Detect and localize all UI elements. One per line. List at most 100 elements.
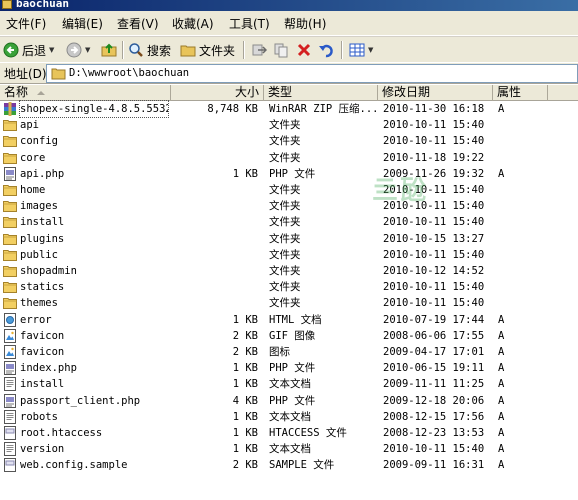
file-size: 2 KB [232,459,258,472]
window-title: baochuan [16,0,69,10]
file-row[interactable]: favicon 2 KB 图标 2009-04-17 17:01 A [0,344,578,360]
up-folder-button[interactable] [101,40,117,60]
file-name: core [20,151,46,164]
file-row[interactable]: favicon 2 KB GIF 图像 2008-06-06 17:55 A [0,328,578,344]
back-label: 后退 [22,43,47,58]
file-row[interactable]: passport_client.php 4 KB PHP 文件 2009-12-18 … [0,393,578,409]
menu-view[interactable]: 查看(V) [117,16,159,32]
file-name: version [20,443,65,456]
file-size: 2 KB [232,329,258,342]
menu-edit[interactable]: 编辑(E) [62,16,103,32]
column-header-date[interactable]: 修改日期 [378,85,493,101]
generic-file-icon [3,458,17,473]
file-type: 文件夹 [269,216,301,229]
chevron-down-icon[interactable]: ▼ [368,46,373,54]
file-attr: A [498,459,505,472]
file-date: 2009-09-11 16:31 [383,459,485,472]
file-row[interactable]: plugins 文件夹 2010-10-15 13:27 [0,231,578,247]
title-bar[interactable]: baochuan [0,0,578,11]
file-type: WinRAR ZIP 压缩... [269,103,377,115]
back-button[interactable]: 后退 ▼ [3,40,54,60]
file-date: 2010-10-11 15:40 [383,248,485,261]
file-row[interactable]: shopex-single-4.8.5.55324 8,748 KB WinRAR … [0,100,578,118]
file-attr: A [498,362,505,375]
file-row[interactable]: shopadmin 文件夹 2010-10-12 14:52 [0,263,578,279]
column-header-type[interactable]: 类型 [264,85,378,101]
search-button[interactable]: 搜索 [128,40,171,60]
file-name: robots [20,410,58,423]
address-input[interactable]: D:\wwwroot\baochuan [46,64,578,83]
file-name: plugins [20,232,65,245]
column-header-size[interactable]: 大小 [171,85,264,101]
folders-button[interactable]: 文件夹 [180,40,235,60]
file-name: statics [20,281,65,294]
file-attr: A [498,394,505,407]
file-type: 文件夹 [269,265,301,277]
file-row[interactable]: robots 1 KB 文本文档 2008-12-15 17:56 A [0,409,578,425]
file-type: 文件夹 [269,184,301,196]
php-file-icon [3,393,17,408]
php-file-icon [3,361,17,376]
file-type: HTML 文档 [269,313,322,326]
file-row[interactable]: root.htaccess 1 KB HTACCESS 文件 2008-12-23 1… [0,425,578,441]
file-row[interactable]: home 文件夹 2010-10-11 15:40 [0,182,578,198]
file-row[interactable]: themes 文件夹 2010-10-11 15:40 [0,295,578,311]
move-to-button[interactable] [251,40,267,60]
file-name: public [20,248,58,261]
file-type: 文件夹 [269,119,301,132]
address-bar: 地址(D) D:\wwwroot\baochuan [0,62,578,84]
file-name: themes [20,297,58,310]
views-button[interactable]: ▼ [349,40,373,60]
chevron-down-icon[interactable]: ▼ [85,46,90,54]
file-row[interactable]: public 文件夹 2010-10-11 15:40 [0,247,578,263]
file-type: GIF 图像 [269,329,316,342]
file-row[interactable]: web.config.sample 2 KB SAMPLE 文件 2009-09-11… [0,457,578,473]
file-size: 8,748 KB [207,103,258,115]
file-date: 2009-11-11 11:25 [383,378,485,391]
file-date: 2008-12-23 13:53 [383,427,485,439]
column-header-attr[interactable]: 属性 [493,85,548,101]
folder-icon [3,264,17,278]
undo-button[interactable] [318,40,334,60]
file-date: 2010-10-11 15:40 [383,443,485,456]
file-name: root.htaccess [20,427,103,439]
forward-button[interactable]: ▼ [66,40,90,60]
copy-to-button[interactable] [273,40,289,60]
file-type: 文件夹 [269,281,301,294]
column-header-name[interactable]: 名称 [0,85,171,101]
file-date: 2008-12-15 17:56 [383,410,485,423]
chevron-down-icon[interactable]: ▼ [49,46,54,54]
delete-button[interactable] [296,40,312,60]
file-date: 2010-10-11 15:40 [383,216,485,229]
file-name: web.config.sample [20,459,128,472]
file-size: 1 KB [232,378,258,391]
address-path: D:\wwwroot\baochuan [69,67,190,79]
file-type: 文件夹 [269,297,301,310]
file-row[interactable]: error 1 KB HTML 文档 2010-07-19 17:44 A [0,312,578,328]
file-row[interactable]: statics 文件夹 2010-10-11 15:40 [0,279,578,295]
folder-icon [3,232,17,246]
file-row[interactable]: install 文件夹 2010-10-11 15:40 [0,214,578,230]
file-row[interactable]: core 文件夹 2010-11-18 19:22 [0,150,578,166]
file-row[interactable]: install 1 KB 文本文档 2009-11-11 11:25 A [0,376,578,392]
file-name: home [20,184,46,196]
file-row[interactable]: config 文件夹 2010-10-11 15:40 [0,133,578,149]
menu-file[interactable]: 文件(F) [6,16,46,32]
file-name: config [20,135,58,148]
folder-icon [3,280,17,294]
menu-favorites[interactable]: 收藏(A) [172,16,214,32]
column-size-label: 大小 [234,85,259,99]
file-row[interactable]: images 文件夹 2010-10-11 15:40 [0,198,578,214]
menu-help[interactable]: 帮助(H) [284,16,326,32]
file-row[interactable]: version 1 KB 文本文档 2010-10-11 15:40 A [0,441,578,457]
file-row[interactable]: index.php 1 KB PHP 文件 2010-06-15 19:11 A [0,360,578,376]
file-list: shopex-single-4.8.5.55324 8,748 KB WinRAR … [0,100,578,500]
file-row[interactable]: api 文件夹 2010-10-11 15:40 [0,117,578,133]
menu-tools[interactable]: 工具(T) [229,16,270,32]
file-row[interactable]: api.php 1 KB PHP 文件 2009-11-26 19:32 A [0,166,578,182]
folders-icon [180,45,196,57]
file-type: PHP 文件 [269,167,316,180]
file-attr: A [498,427,505,439]
file-size: 1 KB [232,167,258,180]
folder-icon [51,68,66,80]
